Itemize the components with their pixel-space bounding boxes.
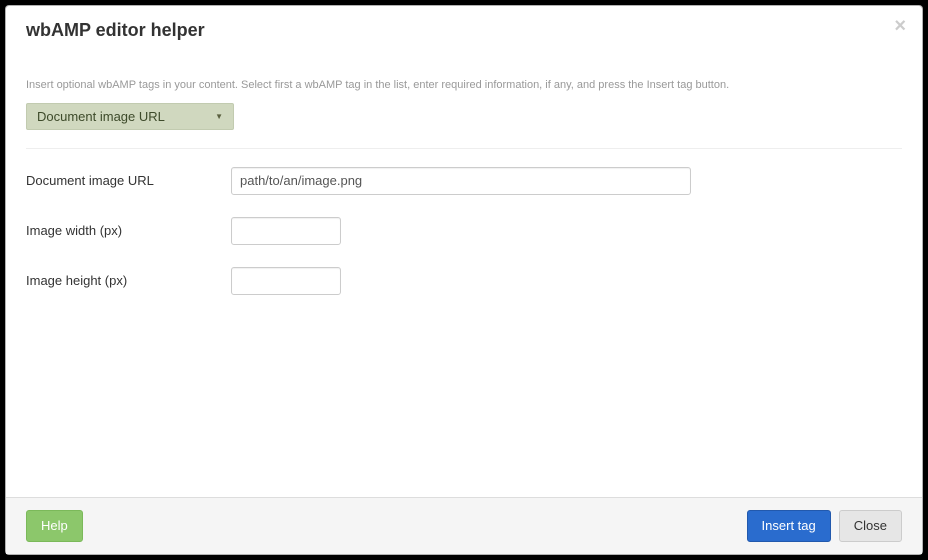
close-icon[interactable]: × xyxy=(894,16,906,36)
modal-footer: Help Insert tag Close xyxy=(6,497,922,554)
close-button[interactable]: Close xyxy=(839,510,902,542)
form-row-width: Image width (px) xyxy=(26,217,902,245)
tag-type-selected-label: Document image URL xyxy=(37,109,165,124)
insert-tag-button[interactable]: Insert tag xyxy=(747,510,831,542)
width-label: Image width (px) xyxy=(26,223,231,238)
instructions-text: Insert optional wbAMP tags in your conte… xyxy=(26,78,902,93)
footer-right-group: Insert tag Close xyxy=(747,510,902,542)
modal-dialog: wbAMP editor helper × Insert optional wb… xyxy=(5,5,923,555)
width-input[interactable] xyxy=(231,217,341,245)
modal-header: wbAMP editor helper × xyxy=(6,6,922,50)
form-row-url: Document image URL xyxy=(26,167,902,195)
form-row-height: Image height (px) xyxy=(26,267,902,295)
url-label: Document image URL xyxy=(26,173,231,188)
divider xyxy=(26,148,902,149)
height-input[interactable] xyxy=(231,267,341,295)
height-label: Image height (px) xyxy=(26,273,231,288)
help-button[interactable]: Help xyxy=(26,510,83,542)
tag-type-select[interactable]: Document image URL xyxy=(26,103,234,130)
modal-title: wbAMP editor helper xyxy=(26,20,902,42)
modal-body: Insert optional wbAMP tags in your conte… xyxy=(6,50,922,497)
url-input[interactable] xyxy=(231,167,691,195)
